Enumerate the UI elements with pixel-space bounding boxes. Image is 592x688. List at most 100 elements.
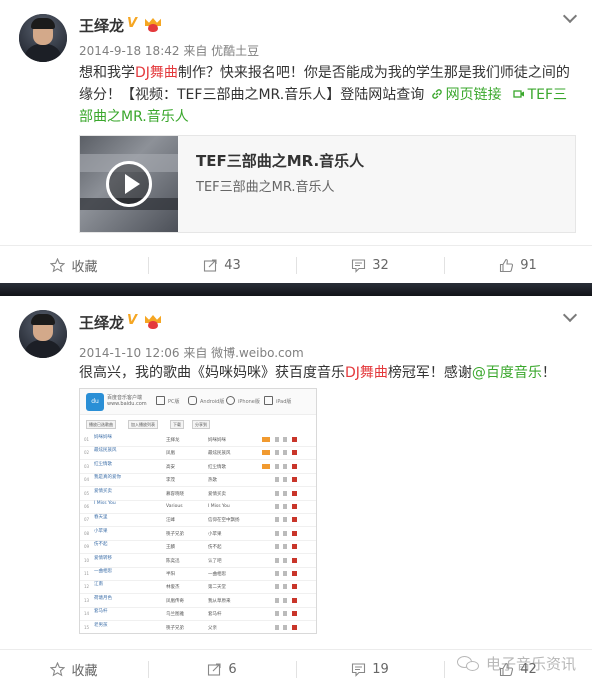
- like-count: 42: [520, 661, 537, 677]
- apple-icon: [226, 396, 235, 405]
- hot-tag: [262, 437, 270, 442]
- add-icon: [283, 504, 287, 509]
- row-rank: 04: [84, 477, 90, 483]
- row-title: 荷塘月色: [94, 595, 112, 601]
- tool-button: 下载: [170, 420, 184, 429]
- web-link[interactable]: 网页链接: [429, 87, 502, 103]
- row-title: 妈咪妈咪: [94, 435, 112, 440]
- screenshot-row: 10 爱情转移 陈奕迅 认了吧: [80, 554, 316, 568]
- row-rank: 06: [84, 504, 90, 509]
- download-icon: [292, 490, 297, 496]
- device-label: iPhone版: [238, 399, 260, 405]
- keyword-link[interactable]: DJ舞曲: [135, 65, 178, 81]
- row-album: 一曲相思: [208, 572, 226, 577]
- add-icon: [283, 517, 287, 523]
- comment-button[interactable]: 19: [296, 650, 444, 688]
- add-icon: [283, 530, 287, 536]
- row-album: 认了吧: [208, 558, 222, 564]
- play-icon: [275, 611, 279, 617]
- attached-screenshot[interactable]: du 百度音乐客户端 www.baidu.com PC版 Android版 iPh…: [79, 388, 317, 634]
- action-bar: 收藏 43 32 91: [0, 245, 592, 283]
- row-title: 江南: [94, 582, 103, 588]
- download-icon: [292, 530, 297, 536]
- play-icon: [275, 477, 279, 483]
- tool-button: 加入播放列表: [128, 420, 158, 429]
- row-rank: 10: [84, 557, 90, 563]
- row-title: 最炫民族风: [94, 448, 117, 454]
- row-album: 父亲: [208, 625, 217, 631]
- row-rank: 01: [84, 437, 90, 442]
- favorite-label: 收藏: [71, 259, 98, 275]
- row-title: 套马杆: [94, 609, 108, 615]
- username[interactable]: 王绎龙: [79, 312, 124, 333]
- preview-subtitle: TEF三部曲之MR.音乐人: [196, 180, 335, 195]
- row-artist: 筷子兄弟: [166, 531, 184, 537]
- row-artist: 凤凰: [166, 451, 175, 457]
- mention-link[interactable]: @百度音乐: [472, 365, 542, 381]
- username[interactable]: 王绎龙: [79, 15, 124, 36]
- chevron-down-icon[interactable]: [562, 307, 578, 323]
- repost-button[interactable]: 6: [148, 650, 296, 688]
- row-title: 小苹果: [94, 528, 108, 534]
- play-icon[interactable]: [106, 161, 152, 207]
- download-icon: [292, 557, 297, 563]
- play-icon: [275, 517, 279, 523]
- post-meta: 2014-1-10 12:06 来自 微博.weibo.com: [79, 346, 304, 360]
- row-artist: 汪峰: [166, 518, 175, 524]
- row-artist: 半阳: [166, 572, 175, 577]
- preview-title[interactable]: TEF三部曲之MR.音乐人: [196, 150, 364, 171]
- row-artist: 林俊杰: [166, 585, 180, 591]
- text-segment: ！: [541, 365, 556, 381]
- star-icon: [50, 661, 66, 676]
- download-icon: [292, 584, 297, 590]
- download-icon: [292, 624, 297, 630]
- avatar[interactable]: [19, 14, 67, 62]
- row-album: 伤不起: [208, 545, 222, 551]
- add-icon: [283, 490, 287, 496]
- text-segment: 榜冠军！感谢: [387, 365, 472, 381]
- action-bar: 收藏 6 19 42: [0, 649, 592, 687]
- text-segment: 想和我学: [79, 65, 135, 81]
- add-icon: [283, 437, 287, 442]
- post-meta: 2014-9-18 18:42 来自 优酷土豆: [79, 44, 260, 58]
- hot-tag: [262, 450, 270, 456]
- repost-icon: [204, 258, 217, 272]
- add-icon: [283, 450, 287, 456]
- favorite-button[interactable]: 收藏: [0, 650, 148, 688]
- row-artist: 高安: [166, 464, 175, 470]
- favorite-button[interactable]: 收藏: [0, 246, 148, 284]
- repost-button[interactable]: 43: [148, 246, 296, 284]
- screenshot-row: 14 套马杆 乌兰图雅 套马杆: [80, 607, 316, 622]
- chevron-down-icon[interactable]: [562, 8, 578, 24]
- video-thumbnail[interactable]: [80, 136, 178, 232]
- download-icon: [292, 450, 297, 456]
- row-album: 最炫民族风: [208, 451, 231, 457]
- weibo-post-1: 王绎龙 V 2014-9-18 18:42 来自 优酷土豆 想和我学DJ舞曲制作…: [0, 0, 592, 283]
- row-rank: 05: [84, 490, 90, 496]
- avatar[interactable]: [19, 310, 67, 358]
- add-icon: [283, 571, 287, 576]
- row-rank: 15: [84, 624, 90, 630]
- row-title: 爱情转移: [94, 555, 112, 561]
- keyword-link[interactable]: DJ舞曲: [345, 365, 388, 381]
- row-artist: 王绎龙: [166, 438, 180, 443]
- add-icon: [283, 611, 287, 617]
- play-icon: [275, 530, 279, 536]
- play-icon: [275, 544, 279, 550]
- post-separator: [0, 283, 592, 296]
- row-artist: 乌兰图雅: [166, 612, 184, 618]
- like-button[interactable]: 91: [444, 246, 592, 284]
- like-button[interactable]: 42: [444, 650, 592, 688]
- text-segment: 很高兴，我的歌曲《妈咪妈咪》获百度音乐: [79, 365, 345, 381]
- video-preview-card[interactable]: TEF三部曲之MR.音乐人 TEF三部曲之MR.音乐人: [79, 135, 576, 233]
- comment-icon: [352, 662, 366, 677]
- row-artist: 筷子兄弟: [166, 625, 184, 631]
- comment-button[interactable]: 32: [296, 246, 444, 284]
- play-icon: [275, 450, 279, 456]
- device-label: iPad版: [276, 399, 292, 405]
- screenshot-row: 03 红尘情歌 高安 红尘情歌: [80, 460, 316, 474]
- row-title: 伤不起: [94, 542, 108, 548]
- download-icon: [292, 504, 297, 509]
- repost-count: 43: [224, 257, 241, 273]
- row-rank: 02: [84, 450, 90, 456]
